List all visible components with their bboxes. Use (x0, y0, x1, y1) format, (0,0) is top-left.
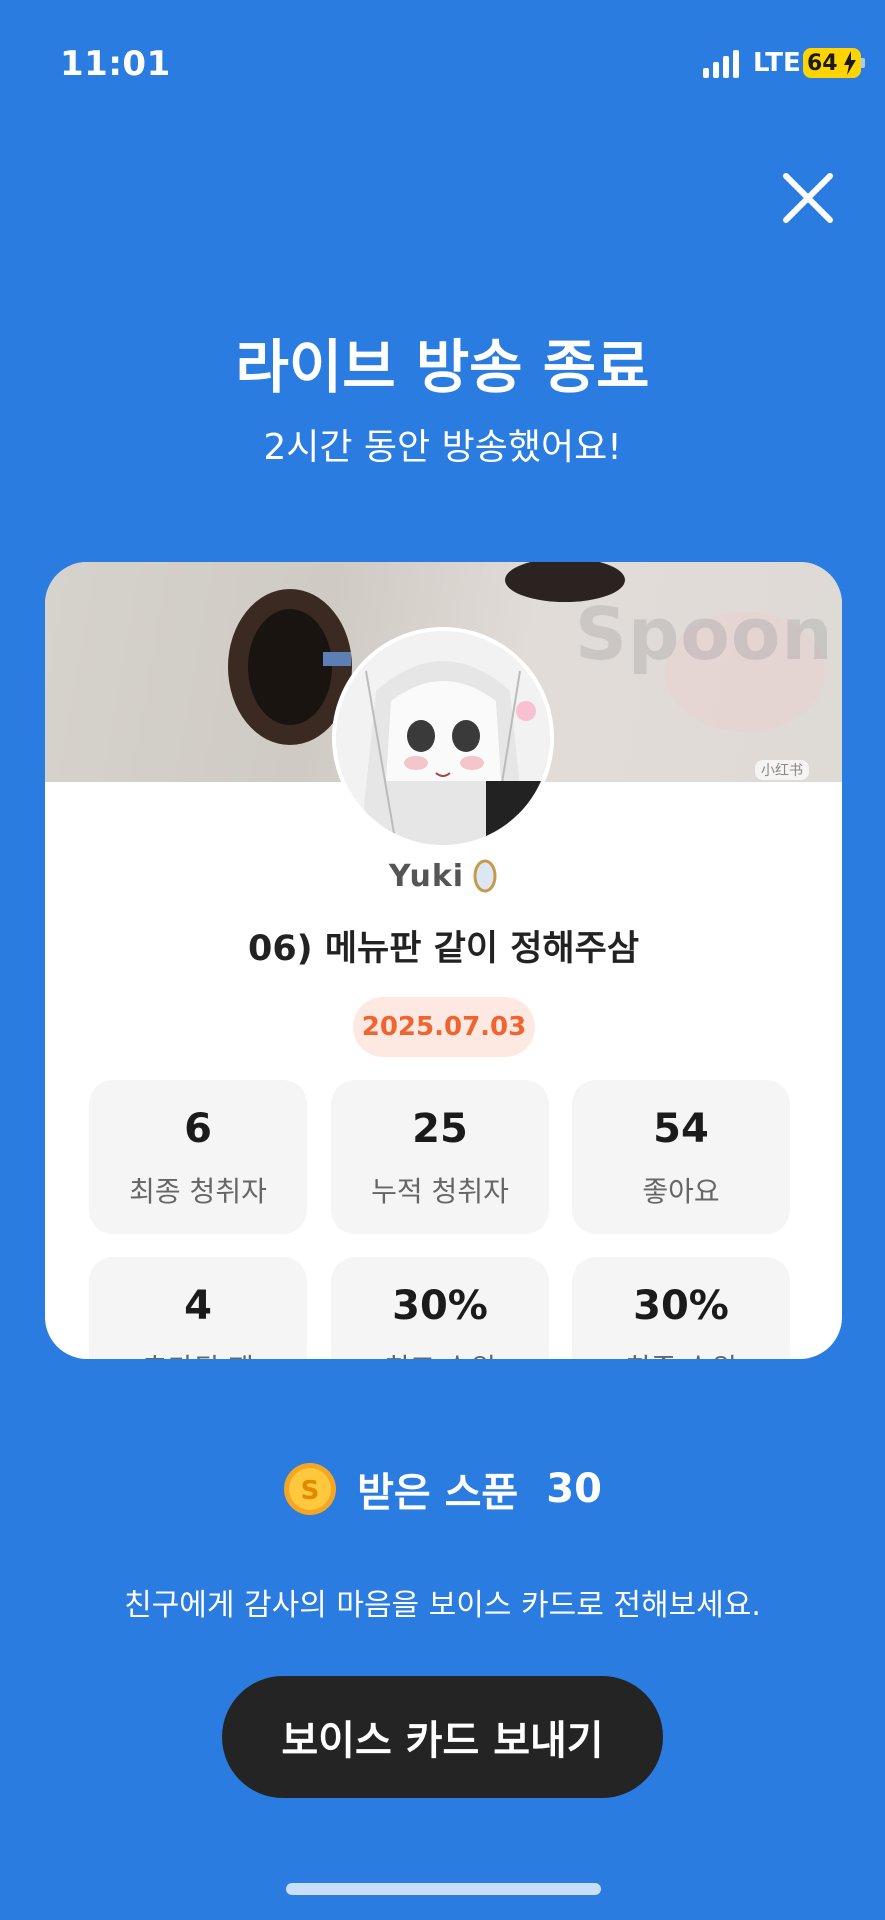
stat-label: 좋아요 (642, 1175, 720, 1208)
stat-label: 누적 청취자 (371, 1175, 509, 1208)
send-voice-card-button[interactable]: 보이스 카드 보내기 (222, 1676, 663, 1798)
status-time: 11:01 (60, 44, 171, 84)
battery-indicator: 64 (803, 48, 861, 78)
broadcast-date-badge: 2025.07.03 (353, 997, 535, 1057)
stat-value: 30% (633, 1283, 729, 1329)
banner-source-tag: 小红书 (755, 760, 809, 780)
stat-label: 최고 순위 (331, 1347, 549, 1359)
stat-new-fans: 4 추가된 팬 (89, 1257, 307, 1359)
avatar (332, 627, 554, 849)
stat-final-rank: 30% 최종 순위 (572, 1257, 790, 1359)
spoons-count: 30 (546, 1466, 602, 1512)
mirror-badge-icon (473, 859, 497, 893)
stat-value: 25 (412, 1106, 468, 1152)
stat-final-listeners: 6 최종 청취자 (89, 1080, 307, 1234)
voice-card-message: 친구에게 감사의 마음을 보이스 카드로 전해보세요. (124, 1588, 761, 1623)
stat-top-rank: 30% 최고 순위 (331, 1257, 549, 1359)
page-title: 라이브 방송 종료 (235, 333, 650, 401)
spoon-watermark: Spoon (575, 592, 834, 676)
spoon-coin-icon: S (284, 1463, 337, 1515)
home-indicator[interactable] (286, 1883, 601, 1895)
stat-likes: 54 좋아요 (572, 1080, 790, 1234)
stat-label: 추가된 팬 (89, 1347, 307, 1359)
signal-icon (703, 50, 739, 78)
stat-label: 최종 청취자 (129, 1175, 267, 1208)
network-label: LTE (753, 48, 801, 78)
stat-value: 54 (653, 1106, 709, 1152)
broadcast-duration: 2시간 동안 방송했어요! (263, 427, 622, 468)
stat-value: 6 (184, 1106, 212, 1152)
battery-level: 64 (807, 50, 838, 76)
spoons-received-row: S 받은 스푼 30 (0, 1460, 885, 1518)
spoons-label: 받은 스푼 (357, 1470, 519, 1516)
svg-text:S: S (301, 1476, 320, 1506)
username: Yuki (388, 858, 465, 894)
stat-label: 최종 순위 (572, 1347, 790, 1359)
broadcast-summary-card: Spoon 小红书 Yuki 06) 메뉴판 같이 정해주삼 2025.07.0… (45, 562, 842, 1359)
status-bar: 11:01 LTE 64 (0, 0, 885, 130)
close-icon[interactable] (778, 168, 838, 228)
username-row: Yuki (45, 858, 842, 894)
stat-total-listeners: 25 누적 청취자 (331, 1080, 549, 1234)
avatar-illustration (336, 631, 550, 845)
stat-value: 30% (392, 1283, 488, 1329)
battery-cap (861, 58, 865, 68)
stat-value: 4 (184, 1283, 212, 1329)
broadcast-title: 06) 메뉴판 같이 정해주삼 (247, 929, 640, 969)
charging-icon (844, 51, 856, 75)
